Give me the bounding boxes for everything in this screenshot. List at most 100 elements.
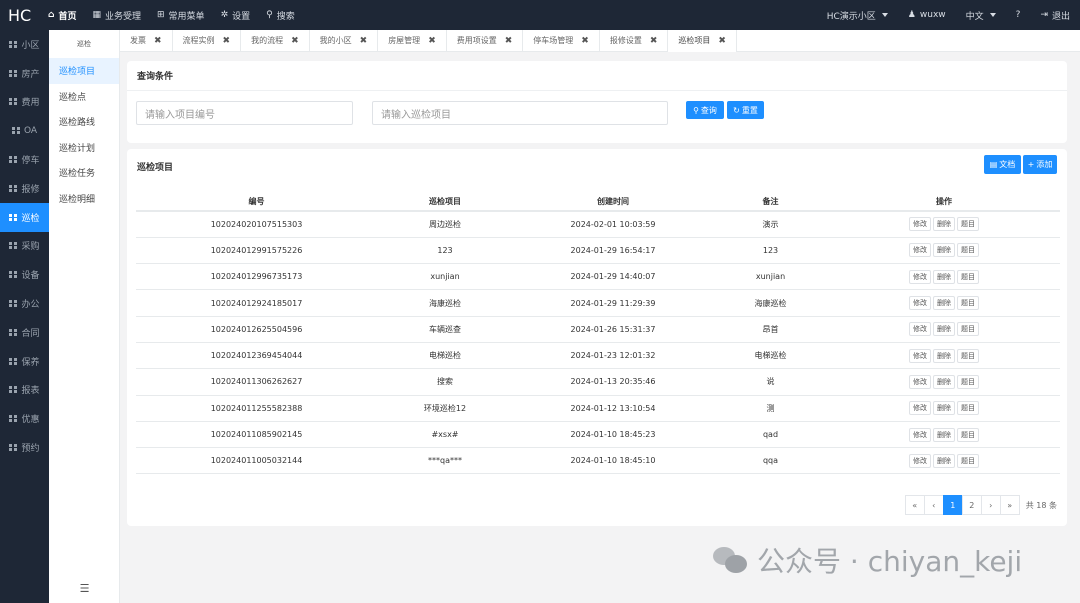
tab-invoice[interactable]: 发票 ✖: [120, 29, 173, 52]
topnav-home-label: 首页: [58, 11, 77, 22]
edit-button[interactable]: 修改: [909, 322, 931, 337]
delete-button[interactable]: 删除: [933, 243, 955, 258]
edit-button[interactable]: 修改: [909, 269, 931, 284]
sidebar-item-booking[interactable]: 预约: [0, 433, 49, 462]
tab-parking-management[interactable]: 停车场管理 ✖: [523, 29, 600, 52]
sidebar-item-maintenance[interactable]: 保养: [0, 347, 49, 376]
subnav-inspection-route[interactable]: 巡检路线: [49, 109, 119, 135]
questions-button[interactable]: 题目: [957, 269, 979, 284]
close-icon[interactable]: ✖: [428, 36, 436, 46]
menu-toggle-icon[interactable]: ☰: [49, 582, 120, 595]
cell-code: 102024012924185017: [136, 289, 377, 317]
close-icon[interactable]: ✖: [154, 36, 162, 46]
chevron-down-icon: [989, 13, 996, 17]
edit-button[interactable]: 修改: [909, 217, 931, 232]
edit-button[interactable]: 修改: [909, 243, 931, 258]
search-button[interactable]: ⚲ 查询: [686, 101, 724, 119]
reset-button[interactable]: ↻ 重置: [727, 101, 764, 119]
close-icon[interactable]: ✖: [505, 36, 513, 46]
delete-button[interactable]: 删除: [933, 322, 955, 337]
logout-button[interactable]: ⇥ 退出: [1030, 0, 1080, 30]
sidebar-item-contract[interactable]: 合同: [0, 318, 49, 347]
page-1[interactable]: 1: [942, 495, 963, 515]
doc-button[interactable]: ▤ 文档: [984, 155, 1021, 174]
topnav-home[interactable]: ⌂ 首页: [40, 0, 84, 30]
app-logo[interactable]: HC: [0, 6, 40, 25]
tab-my-process[interactable]: 我的流程 ✖: [241, 29, 310, 52]
tab-repair-settings[interactable]: 报修设置 ✖: [600, 29, 669, 52]
questions-button[interactable]: 题目: [957, 453, 979, 468]
community-dropdown[interactable]: HC演示小区: [817, 0, 898, 30]
tab-fee-settings[interactable]: 费用项设置 ✖: [447, 29, 524, 52]
sidebar-item-property[interactable]: 房产: [0, 59, 49, 88]
questions-button[interactable]: 题目: [957, 217, 979, 232]
sidebar-item-purchase[interactable]: 采购: [0, 232, 49, 261]
topnav-search[interactable]: ⚲ 搜索: [258, 0, 303, 30]
sidebar-item-discount[interactable]: 优惠: [0, 404, 49, 433]
tab-inspection-item[interactable]: 巡检项目 ✖: [668, 29, 737, 52]
close-icon[interactable]: ✖: [223, 36, 231, 46]
add-button[interactable]: + 添加: [1023, 155, 1057, 174]
questions-button[interactable]: 题目: [957, 374, 979, 389]
delete-button[interactable]: 删除: [933, 374, 955, 389]
sidebar-item-repair[interactable]: 报修: [0, 174, 49, 203]
close-icon[interactable]: ✖: [650, 36, 658, 46]
questions-button[interactable]: 题目: [957, 427, 979, 442]
edit-button[interactable]: 修改: [909, 374, 931, 389]
page-first[interactable]: «: [904, 495, 925, 515]
delete-button[interactable]: 删除: [933, 296, 955, 311]
edit-button[interactable]: 修改: [909, 296, 931, 311]
table-row: 102024012996735173 xunjian 2024-01-29 14:4…: [136, 263, 1060, 291]
delete-button[interactable]: 删除: [933, 453, 955, 468]
delete-button[interactable]: 删除: [933, 401, 955, 416]
delete-button[interactable]: 删除: [933, 427, 955, 442]
questions-button[interactable]: 题目: [957, 296, 979, 311]
delete-button[interactable]: 删除: [933, 269, 955, 284]
language-dropdown[interactable]: 中文: [956, 0, 1006, 30]
questions-button[interactable]: 题目: [957, 401, 979, 416]
sidebar-item-equipment[interactable]: 设备: [0, 260, 49, 289]
topnav-common-menu[interactable]: ⊞ 常用菜单: [149, 0, 213, 30]
tab-house-management[interactable]: 房屋管理 ✖: [378, 29, 447, 52]
user-menu[interactable]: ♟ wuxw: [898, 0, 956, 30]
page-2[interactable]: 2: [961, 495, 982, 515]
questions-button[interactable]: 题目: [957, 243, 979, 258]
sidebar-item-office[interactable]: 办公: [0, 289, 49, 318]
subnav-inspection-item[interactable]: 巡检项目: [49, 58, 119, 84]
sidebar-item-inspection[interactable]: 巡检: [0, 202, 49, 232]
edit-button[interactable]: 修改: [909, 427, 931, 442]
sidebar-item-label: 费用: [21, 98, 40, 109]
item-name-input[interactable]: 请输入巡检项目: [372, 101, 668, 125]
page-next[interactable]: ›: [980, 495, 1001, 515]
sidebar-item-report[interactable]: 报表: [0, 376, 49, 405]
close-icon[interactable]: ✖: [360, 36, 368, 46]
close-icon[interactable]: ✖: [291, 36, 299, 46]
edit-button[interactable]: 修改: [909, 348, 931, 363]
topnav-settings-label: 设置: [232, 11, 251, 22]
subnav-inspection-plan[interactable]: 巡检计划: [49, 135, 119, 161]
questions-button[interactable]: 题目: [957, 322, 979, 337]
item-code-input[interactable]: 请输入项目编号: [136, 101, 353, 125]
tab-process-instance[interactable]: 流程实例 ✖: [173, 29, 242, 52]
cell-created: 2024-01-23 12:01:32: [513, 342, 713, 370]
page-last[interactable]: »: [999, 495, 1020, 515]
close-icon[interactable]: ✖: [581, 36, 589, 46]
topnav-settings[interactable]: ✲ 设置: [213, 0, 259, 30]
sidebar-item-oa[interactable]: OA: [0, 116, 49, 145]
sidebar-item-community[interactable]: 小区: [0, 30, 49, 59]
edit-button[interactable]: 修改: [909, 453, 931, 468]
questions-button[interactable]: 题目: [957, 348, 979, 363]
topnav-business[interactable]: ▦ 业务受理: [84, 0, 149, 30]
tab-my-community[interactable]: 我的小区 ✖: [310, 29, 379, 52]
edit-button[interactable]: 修改: [909, 401, 931, 416]
sidebar-item-parking[interactable]: 停车: [0, 145, 49, 174]
subnav-inspection-detail[interactable]: 巡检明细: [49, 186, 119, 212]
close-icon[interactable]: ✖: [718, 36, 726, 46]
delete-button[interactable]: 删除: [933, 217, 955, 232]
delete-button[interactable]: 删除: [933, 348, 955, 363]
page-prev[interactable]: ‹: [923, 495, 944, 515]
subnav-inspection-point[interactable]: 巡检点: [49, 84, 119, 110]
subnav-inspection-task[interactable]: 巡检任务: [49, 160, 119, 186]
help-button[interactable]: ?: [1006, 0, 1031, 30]
sidebar-item-fee[interactable]: 费用: [0, 88, 49, 117]
